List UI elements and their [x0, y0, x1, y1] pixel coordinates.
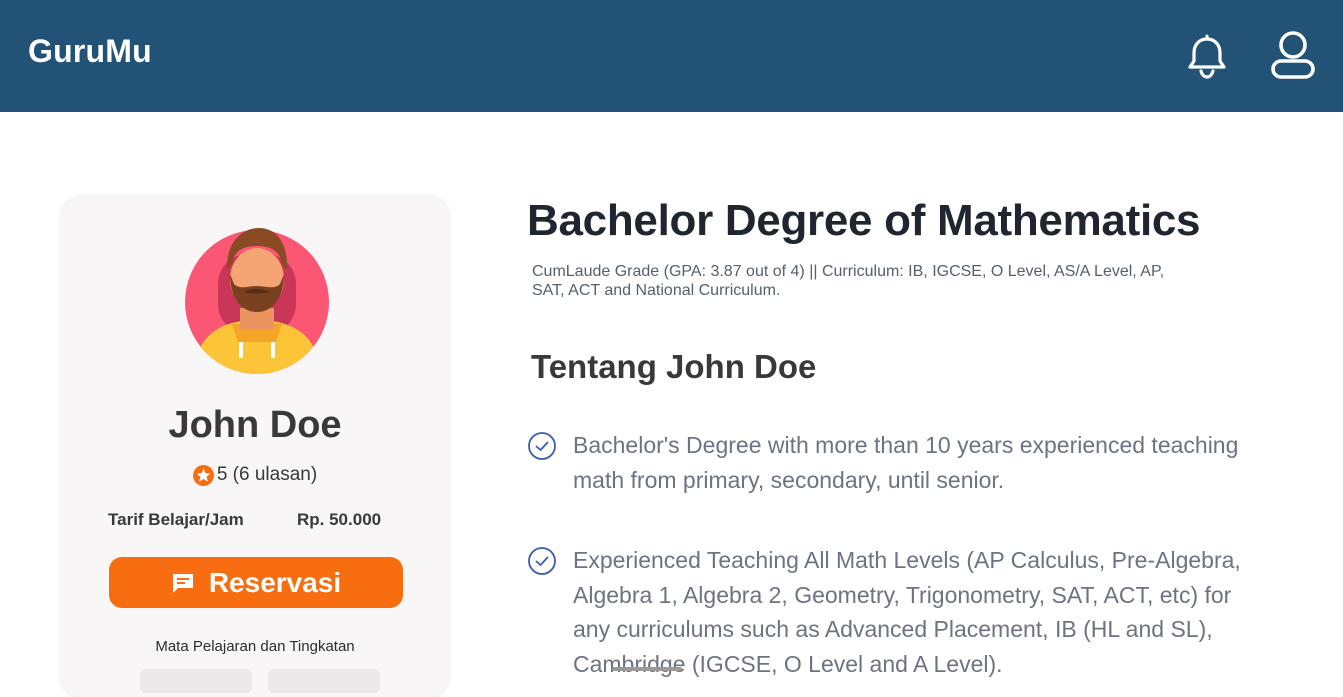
about-title: Tentang John Doe	[531, 348, 817, 385]
bell-icon[interactable]	[1185, 34, 1229, 80]
degree-subtitle: CumLaude Grade (GPA: 3.87 out of 4) || C…	[532, 263, 1165, 299]
rate-label: Tarif Belajar/Jam	[108, 510, 244, 529]
reservation-button[interactable]: Reservasi	[109, 557, 403, 608]
about-item-text: Experienced Teaching All Math Levels (AP…	[573, 547, 1241, 677]
reservation-label: Reservasi	[208, 566, 342, 598]
user-icon[interactable]	[1268, 28, 1318, 82]
tutor-rating: 5 (6 ulasan)	[62, 464, 448, 486]
about-item-text: Bachelor's Degree with more than 10 year…	[573, 432, 1239, 493]
subjects-title: Mata Pelajaran dan Tingkatan	[155, 638, 355, 655]
check-circle-icon	[528, 432, 556, 460]
check-circle-icon	[528, 547, 556, 575]
top-navigation-bar: GuruMu	[0, 0, 1343, 112]
scroll-handle[interactable]	[612, 667, 682, 671]
tutor-name: John Doe	[168, 404, 342, 446]
chat-icon	[172, 573, 193, 593]
rating-text: 5 (6 ulasan)	[216, 464, 318, 485]
rate-value: Rp. 50.000	[297, 510, 382, 529]
brand-logo[interactable]: GuruMu	[28, 33, 152, 70]
star-icon	[192, 464, 214, 486]
degree-title: Bachelor Degree of Mathematics	[527, 196, 1201, 245]
tutor-avatar	[184, 224, 330, 376]
tutor-profile-card: John Doe 5 (6 ulasan) Tarif Belajar/Jam …	[62, 197, 448, 697]
